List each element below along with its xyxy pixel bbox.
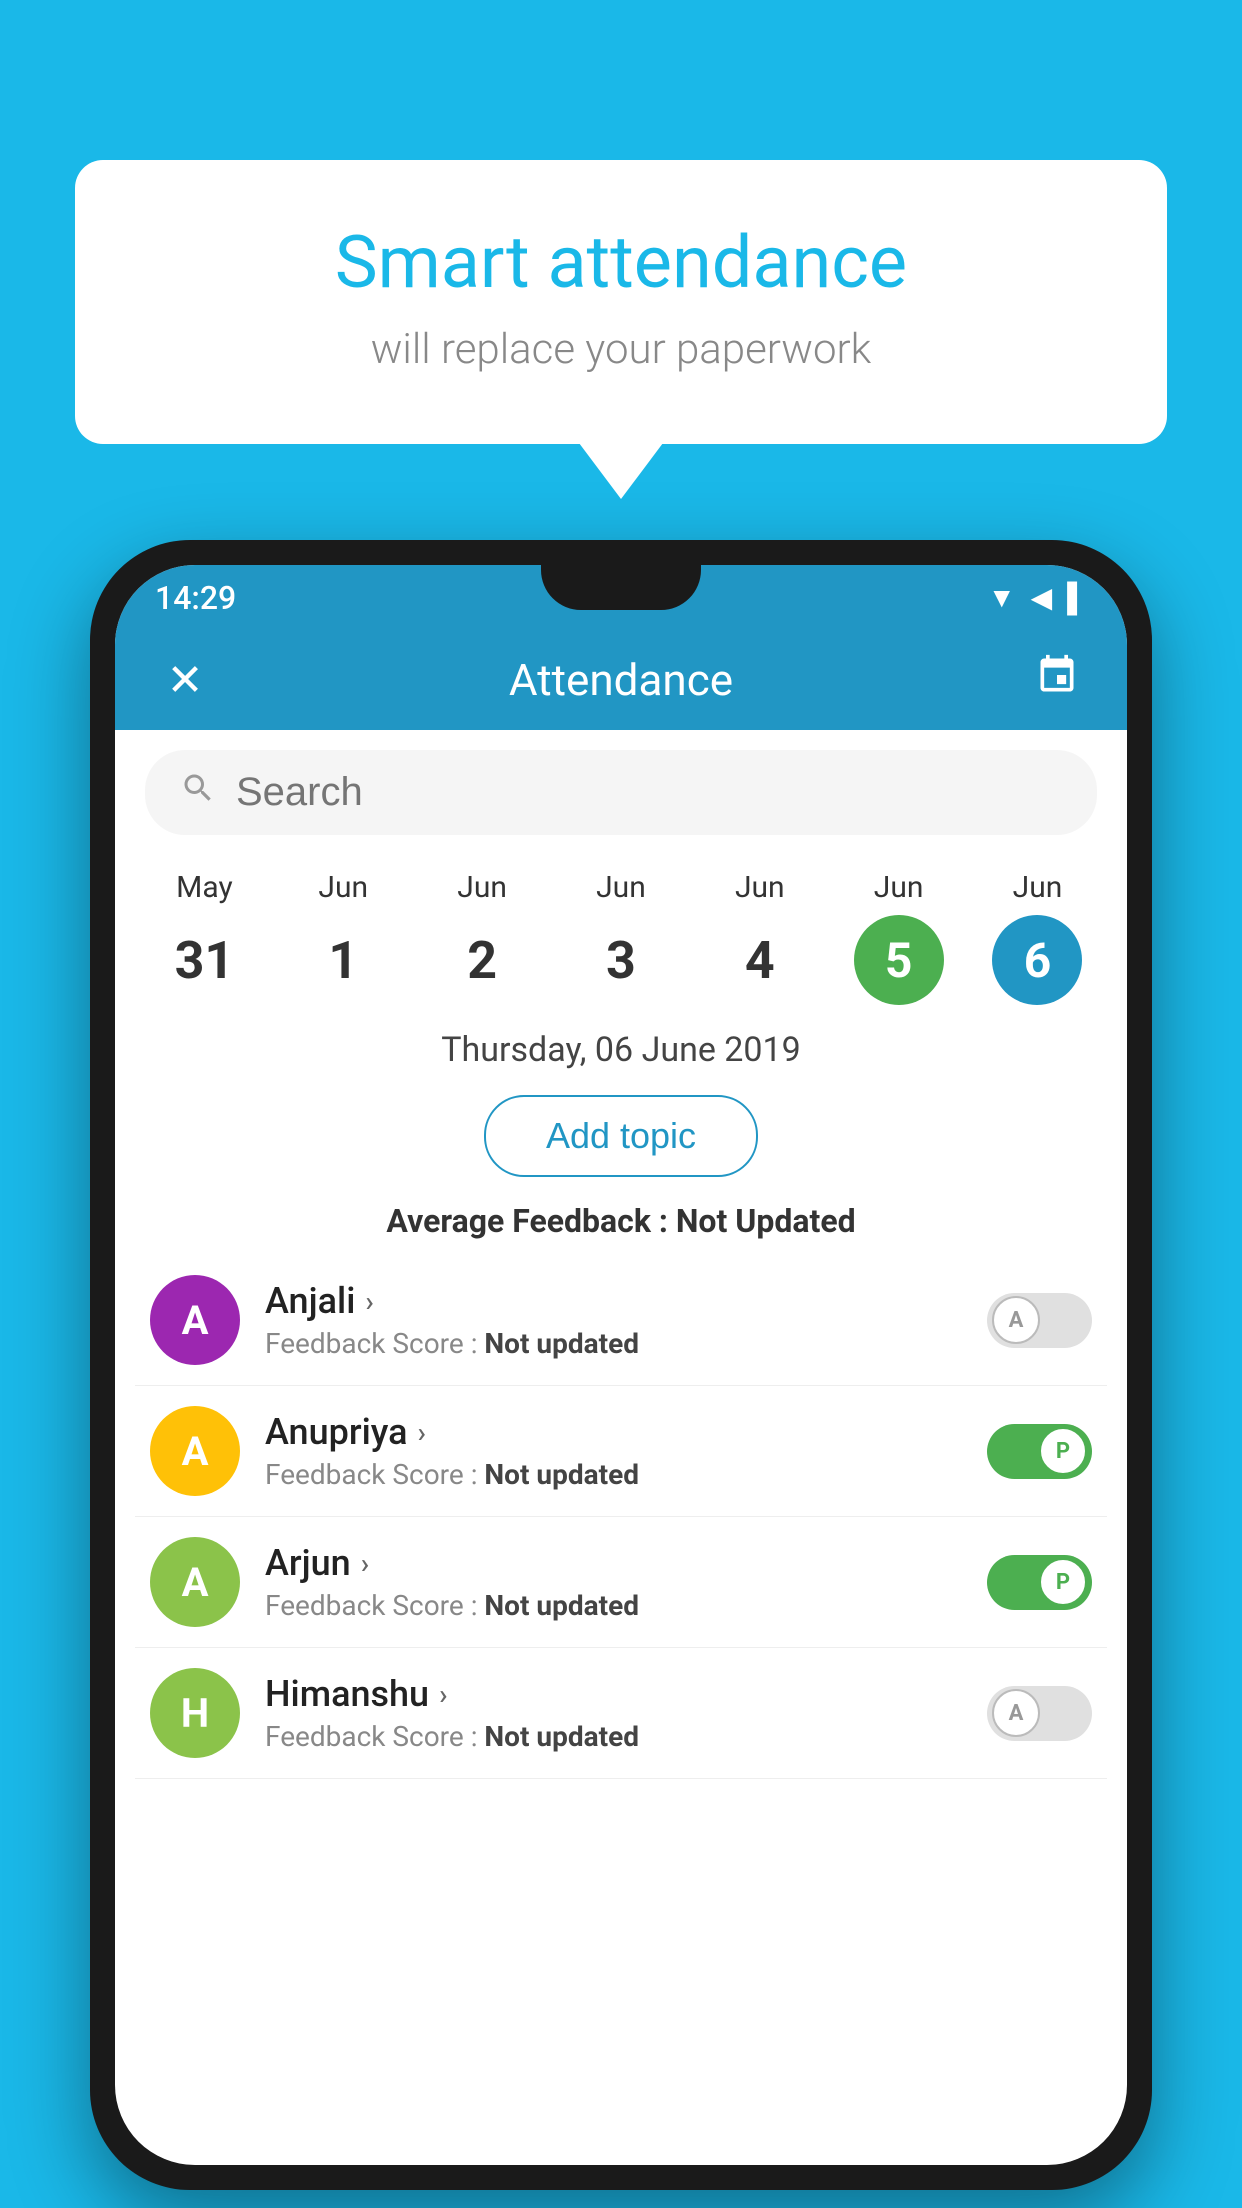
- attendance-toggle[interactable]: P: [987, 1424, 1092, 1479]
- search-input[interactable]: [236, 770, 1062, 815]
- attendance-toggle-container[interactable]: A: [987, 1686, 1092, 1741]
- avg-feedback-label: Average Feedback :: [386, 1202, 675, 1240]
- student-name: Himanshu ›: [265, 1673, 962, 1715]
- student-info: Arjun › Feedback Score : Not updated: [265, 1542, 962, 1622]
- bubble-subtitle: will replace your paperwork: [155, 325, 1087, 374]
- toggle-thumb: P: [1039, 1558, 1087, 1606]
- calendar-day[interactable]: Jun 3: [561, 870, 681, 1005]
- app-bar-title: Attendance: [509, 654, 733, 706]
- student-avatar: A: [150, 1406, 240, 1496]
- student-list: AAnjali ›Feedback Score : Not updatedAAA…: [115, 1255, 1127, 1779]
- attendance-toggle[interactable]: A: [987, 1686, 1092, 1741]
- student-info: Anjali › Feedback Score : Not updated: [265, 1280, 962, 1360]
- signal-icon: ◀: [1031, 581, 1053, 614]
- battery-icon: ▌: [1067, 581, 1087, 614]
- day-number[interactable]: 6: [992, 915, 1082, 1005]
- calendar-day[interactable]: Jun 1: [283, 870, 403, 1005]
- wifi-icon: ▼: [988, 581, 1016, 614]
- phone-frame: 14:29 ▼ ◀ ▌ ✕ Attendance: [90, 540, 1152, 2190]
- search-icon: [180, 770, 216, 816]
- attendance-toggle-container[interactable]: A: [987, 1293, 1092, 1348]
- calendar-day[interactable]: Jun 4: [700, 870, 820, 1005]
- day-month: Jun: [1013, 870, 1063, 905]
- student-feedback: Feedback Score : Not updated: [265, 1589, 962, 1622]
- student-row[interactable]: A Anupriya › Feedback Score : Not updated P: [135, 1386, 1107, 1517]
- status-time: 14:29: [155, 579, 236, 617]
- toggle-thumb: P: [1039, 1427, 1087, 1475]
- toggle-thumb: A: [992, 1689, 1040, 1737]
- day-month: Jun: [596, 870, 646, 905]
- avg-feedback-value: Not Updated: [676, 1202, 856, 1240]
- student-avatar: A: [150, 1537, 240, 1627]
- day-number[interactable]: 2: [437, 915, 527, 1005]
- day-number[interactable]: 3: [576, 915, 666, 1005]
- student-row[interactable]: A Anjali › Feedback Score : Not updated A: [135, 1255, 1107, 1386]
- student-avatar: H: [150, 1668, 240, 1758]
- chevron-right-icon: ›: [418, 1416, 426, 1449]
- close-button[interactable]: ✕: [155, 650, 215, 710]
- day-month: Jun: [457, 870, 507, 905]
- toggle-thumb: A: [992, 1296, 1040, 1344]
- student-feedback: Feedback Score : Not updated: [265, 1458, 962, 1491]
- status-bar: 14:29 ▼ ◀ ▌: [115, 565, 1127, 630]
- student-feedback: Feedback Score : Not updated: [265, 1327, 962, 1360]
- calendar-button[interactable]: [1027, 650, 1087, 710]
- chevron-right-icon: ›: [439, 1678, 447, 1711]
- day-number[interactable]: 5: [854, 915, 944, 1005]
- calendar-day[interactable]: May 31: [144, 870, 264, 1005]
- calendar-day[interactable]: Jun 6: [977, 870, 1097, 1005]
- student-info: Himanshu › Feedback Score : Not updated: [265, 1673, 962, 1753]
- student-row[interactable]: A Arjun › Feedback Score : Not updated P: [135, 1517, 1107, 1648]
- status-icons: ▼ ◀ ▌: [988, 581, 1087, 614]
- add-topic-button[interactable]: Add topic: [484, 1095, 758, 1177]
- day-month: Jun: [874, 870, 924, 905]
- close-icon: ✕: [167, 654, 204, 706]
- attendance-toggle[interactable]: P: [987, 1555, 1092, 1610]
- student-name: Anupriya ›: [265, 1411, 962, 1453]
- avg-feedback: Average Feedback : Not Updated: [115, 1192, 1127, 1255]
- speech-bubble: Smart attendance will replace your paper…: [75, 160, 1167, 444]
- day-number[interactable]: 31: [159, 915, 249, 1005]
- phone-inner: 14:29 ▼ ◀ ▌ ✕ Attendance: [115, 565, 1127, 2165]
- day-number[interactable]: 4: [715, 915, 805, 1005]
- day-month: Jun: [735, 870, 785, 905]
- chevron-right-icon: ›: [365, 1285, 373, 1318]
- calendar-icon: [1035, 653, 1079, 708]
- selected-date-label: Thursday, 06 June 2019: [115, 1010, 1127, 1080]
- student-info: Anupriya › Feedback Score : Not updated: [265, 1411, 962, 1491]
- day-number[interactable]: 1: [298, 915, 388, 1005]
- student-name: Arjun ›: [265, 1542, 962, 1584]
- calendar-day[interactable]: Jun 5: [839, 870, 959, 1005]
- student-name: Anjali ›: [265, 1280, 962, 1322]
- attendance-toggle-container[interactable]: P: [987, 1424, 1092, 1479]
- calendar-row: May 31 Jun 1 Jun 2 Jun 3 Jun 4 Jun 5 Jun 6: [115, 855, 1127, 1010]
- attendance-toggle[interactable]: A: [987, 1293, 1092, 1348]
- calendar-day[interactable]: Jun 2: [422, 870, 542, 1005]
- student-feedback: Feedback Score : Not updated: [265, 1720, 962, 1753]
- chevron-right-icon: ›: [361, 1547, 369, 1580]
- student-avatar: A: [150, 1275, 240, 1365]
- speech-bubble-container: Smart attendance will replace your paper…: [75, 160, 1167, 444]
- attendance-toggle-container[interactable]: P: [987, 1555, 1092, 1610]
- app-bar: ✕ Attendance: [115, 630, 1127, 730]
- day-month: Jun: [318, 870, 368, 905]
- search-bar[interactable]: [145, 750, 1097, 835]
- student-row[interactable]: H Himanshu › Feedback Score : Not updated A: [135, 1648, 1107, 1779]
- bubble-title: Smart attendance: [155, 220, 1087, 305]
- notch: [541, 565, 701, 610]
- day-month: May: [176, 870, 232, 905]
